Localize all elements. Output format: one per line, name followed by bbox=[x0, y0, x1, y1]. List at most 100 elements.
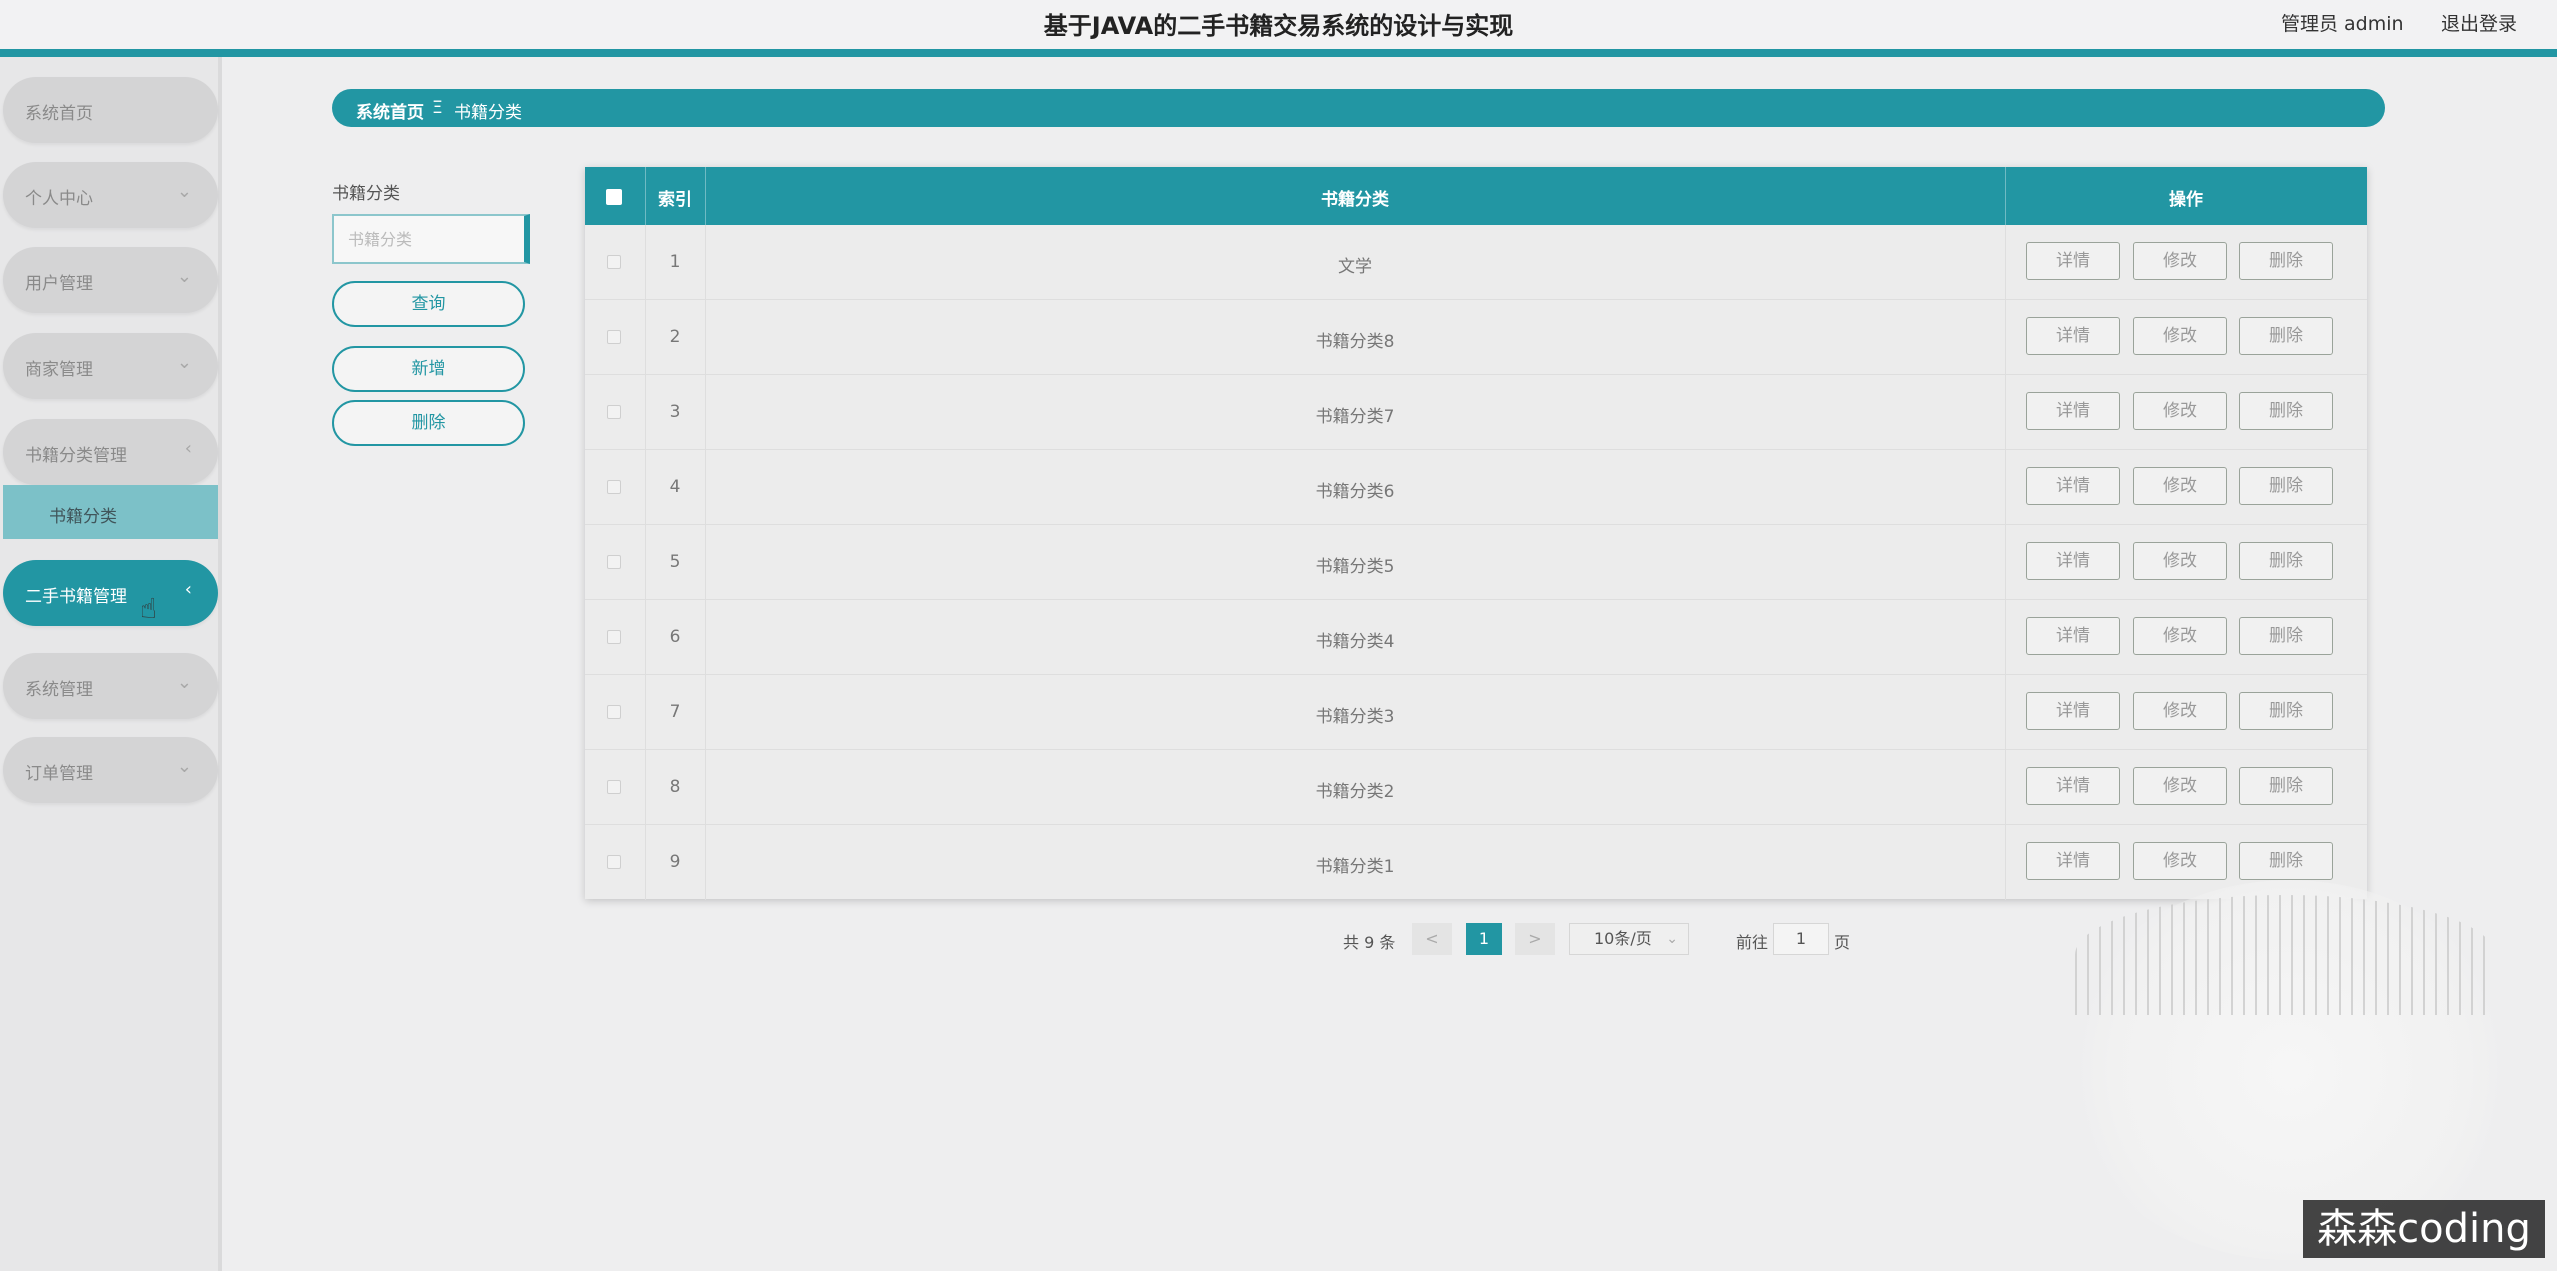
sidebar-subitem-book-category[interactable]: 书籍分类 bbox=[3, 485, 218, 539]
edit-button[interactable]: 修改 bbox=[2133, 767, 2227, 805]
header-category: 书籍分类 bbox=[1321, 190, 1389, 210]
sidebar-item-used-book-management[interactable]: 二手书籍管理 ‹ bbox=[3, 560, 218, 626]
prev-page-button[interactable]: < bbox=[1412, 923, 1452, 955]
search-label: 书籍分类 bbox=[332, 184, 400, 204]
header-accent-line bbox=[0, 49, 2557, 57]
chevron-down-icon: ⌄ bbox=[176, 266, 192, 287]
chevron-down-icon: ⌄ bbox=[1666, 931, 1678, 947]
cell-divider bbox=[2005, 675, 2006, 750]
delete-button[interactable]: 删除 bbox=[2239, 767, 2333, 805]
row-checkbox[interactable] bbox=[607, 555, 621, 569]
edit-button[interactable]: 修改 bbox=[2133, 842, 2227, 880]
app-title: 基于JAVA的二手书籍交易系统的设计与实现 bbox=[1043, 12, 1514, 40]
user-info: 管理员 admin bbox=[2281, 13, 2404, 35]
detail-button[interactable]: 详情 bbox=[2026, 317, 2120, 355]
table-row: 2 书籍分类8 详情 修改 删除 bbox=[585, 300, 2367, 375]
table-row: 3 书籍分类7 详情 修改 删除 bbox=[585, 375, 2367, 450]
table-header: 索引 书籍分类 操作 bbox=[585, 167, 2367, 225]
edit-button[interactable]: 修改 bbox=[2133, 467, 2227, 505]
goto-page-input[interactable]: 1 bbox=[1773, 923, 1829, 955]
detail-button[interactable]: 详情 bbox=[2026, 767, 2120, 805]
delete-button[interactable]: 删除 bbox=[2239, 317, 2333, 355]
sidebar-item-order-management[interactable]: 订单管理 ⌄ bbox=[3, 737, 218, 803]
chevron-down-icon: ⌄ bbox=[176, 181, 192, 202]
cell-divider bbox=[2005, 750, 2006, 825]
row-checkbox[interactable] bbox=[607, 630, 621, 644]
page-size-select[interactable]: 10条/页 ⌄ bbox=[1569, 923, 1689, 955]
table-row: 7 书籍分类3 详情 修改 删除 bbox=[585, 675, 2367, 750]
edit-button[interactable]: 修改 bbox=[2133, 542, 2227, 580]
cell-divider bbox=[2005, 300, 2006, 375]
row-checkbox[interactable] bbox=[607, 330, 621, 344]
row-category: 书籍分类1 bbox=[1315, 857, 1395, 877]
detail-button[interactable]: 详情 bbox=[2026, 842, 2120, 880]
logout-link[interactable]: 退出登录 bbox=[2441, 9, 2517, 36]
row-checkbox[interactable] bbox=[607, 780, 621, 794]
sidebar-item-merchant-management[interactable]: 商家管理 ⌄ bbox=[3, 333, 218, 399]
pagination-total: 共 9 条 bbox=[1343, 933, 1396, 952]
delete-button[interactable]: 删除 bbox=[2239, 242, 2333, 280]
detail-button[interactable]: 详情 bbox=[2026, 242, 2120, 280]
row-index: 3 bbox=[669, 402, 681, 422]
cell-divider bbox=[2005, 525, 2006, 600]
delete-button[interactable]: 删除 bbox=[2239, 692, 2333, 730]
column-divider bbox=[705, 167, 706, 225]
edit-button[interactable]: 修改 bbox=[2133, 242, 2227, 280]
category-search-input[interactable] bbox=[332, 214, 530, 264]
edit-button[interactable]: 修改 bbox=[2133, 317, 2227, 355]
row-category: 书籍分类8 bbox=[1315, 332, 1395, 352]
edit-button[interactable]: 修改 bbox=[2133, 392, 2227, 430]
chevron-left-icon: ‹ bbox=[184, 438, 192, 459]
decorative-stripes bbox=[2075, 895, 2495, 1015]
edit-button[interactable]: 修改 bbox=[2133, 617, 2227, 655]
detail-button[interactable]: 详情 bbox=[2026, 692, 2120, 730]
sidebar-item-book-category-management[interactable]: 书籍分类管理 ‹ bbox=[3, 419, 218, 485]
sidebar-item-system-management[interactable]: 系统管理 ⌄ bbox=[3, 653, 218, 719]
row-category: 书籍分类3 bbox=[1315, 707, 1395, 727]
cell-divider bbox=[2005, 225, 2006, 300]
row-checkbox[interactable] bbox=[607, 705, 621, 719]
cell-divider bbox=[2005, 600, 2006, 675]
chevron-down-icon: ⌄ bbox=[176, 352, 192, 373]
detail-button[interactable]: 详情 bbox=[2026, 392, 2120, 430]
cell-divider bbox=[2005, 375, 2006, 450]
table-row: 8 书籍分类2 详情 修改 删除 bbox=[585, 750, 2367, 825]
sidebar-item-home[interactable]: 系统首页 bbox=[3, 77, 218, 143]
column-divider bbox=[645, 167, 646, 225]
delete-button[interactable]: 删除 bbox=[2239, 467, 2333, 505]
top-bar: 基于JAVA的二手书籍交易系统的设计与实现 管理员 admin 退出登录 bbox=[0, 0, 2557, 49]
next-page-button[interactable]: > bbox=[1515, 923, 1555, 955]
breadcrumb-separator-icon: Ξ bbox=[432, 98, 443, 118]
breadcrumb-home[interactable]: 系统首页 bbox=[356, 98, 424, 123]
sidebar-item-label: 系统首页 bbox=[25, 104, 93, 124]
delete-button[interactable]: 删除 bbox=[2239, 542, 2333, 580]
delete-button[interactable]: 删除 bbox=[2239, 617, 2333, 655]
batch-delete-button[interactable]: 删除 bbox=[332, 400, 525, 446]
delete-button[interactable]: 删除 bbox=[2239, 842, 2333, 880]
detail-button[interactable]: 详情 bbox=[2026, 467, 2120, 505]
page-size-value: 10条/页 bbox=[1594, 929, 1652, 948]
row-checkbox[interactable] bbox=[607, 405, 621, 419]
table-row: 4 书籍分类6 详情 修改 删除 bbox=[585, 450, 2367, 525]
page-button-current[interactable]: 1 bbox=[1466, 923, 1502, 955]
query-button[interactable]: 查询 bbox=[332, 281, 525, 327]
table-row: 1 文学 详情 修改 删除 bbox=[585, 225, 2367, 300]
row-checkbox[interactable] bbox=[607, 255, 621, 269]
row-checkbox[interactable] bbox=[607, 855, 621, 869]
sidebar-item-personal-center[interactable]: 个人中心 ⌄ bbox=[3, 162, 218, 228]
select-all-checkbox[interactable] bbox=[606, 189, 622, 205]
sidebar-item-label: 书籍分类管理 bbox=[25, 446, 127, 466]
row-index: 8 bbox=[669, 777, 681, 797]
row-index: 4 bbox=[669, 477, 681, 497]
detail-button[interactable]: 详情 bbox=[2026, 617, 2120, 655]
detail-button[interactable]: 详情 bbox=[2026, 542, 2120, 580]
delete-button[interactable]: 删除 bbox=[2239, 392, 2333, 430]
edit-button[interactable]: 修改 bbox=[2133, 692, 2227, 730]
chevron-left-icon: ‹ bbox=[184, 579, 192, 600]
row-index: 1 bbox=[669, 252, 681, 272]
row-checkbox[interactable] bbox=[607, 480, 621, 494]
row-category: 书籍分类6 bbox=[1315, 482, 1395, 502]
add-button[interactable]: 新增 bbox=[332, 346, 525, 392]
cell-divider bbox=[2005, 450, 2006, 525]
sidebar-item-user-management[interactable]: 用户管理 ⌄ bbox=[3, 247, 218, 313]
